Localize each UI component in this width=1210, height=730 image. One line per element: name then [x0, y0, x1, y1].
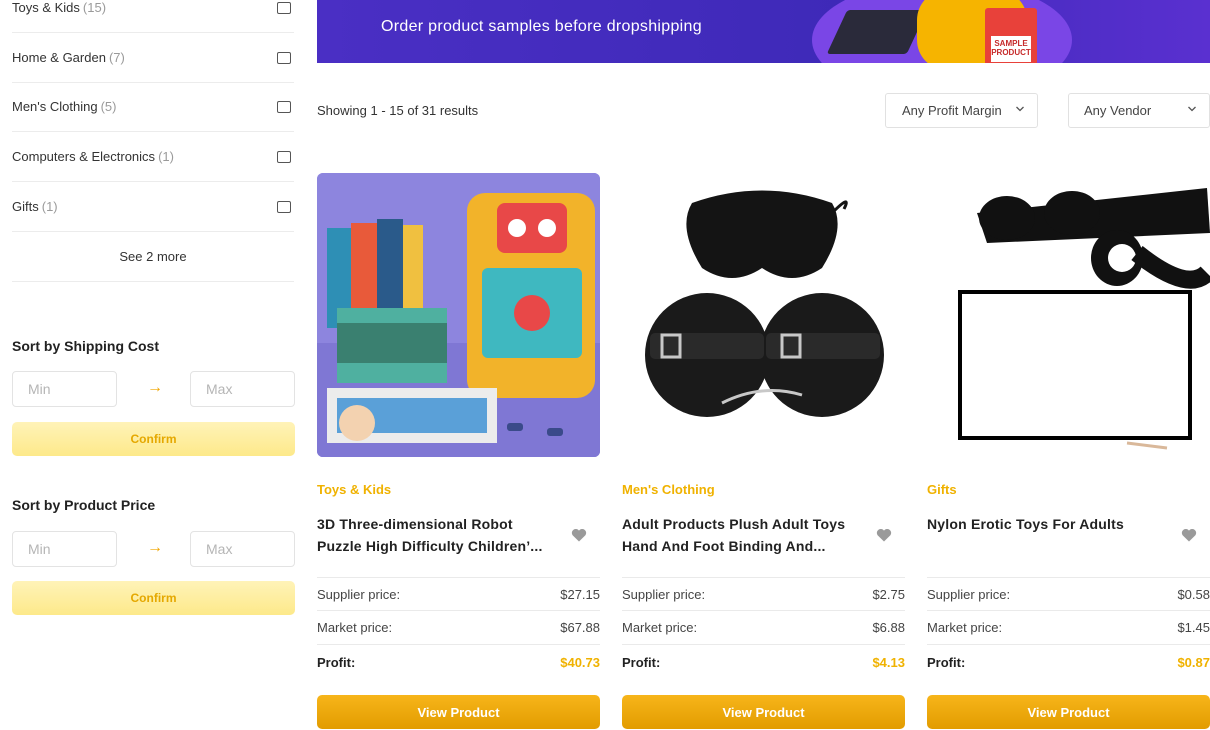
supplier-price-row: Supplier price: $2.75: [622, 577, 905, 611]
product-image[interactable]: [317, 173, 600, 457]
category-label: Home & Garden (7): [12, 50, 125, 65]
supplier-price-value: $0.58: [1177, 586, 1210, 602]
market-price-value: $67.88: [560, 620, 600, 635]
heart-icon[interactable]: [876, 528, 892, 542]
sample-product-label: SAMPLE PRODUCT: [991, 36, 1031, 62]
heart-icon[interactable]: [571, 528, 587, 542]
robot-puzzle-image: [317, 173, 600, 457]
product-category-link[interactable]: Gifts: [927, 482, 957, 497]
category-checkbox[interactable]: [277, 1, 291, 14]
product-card: Gifts Nylon Erotic Toys For Adults Suppl…: [927, 173, 1210, 730]
results-count: Showing 1 - 15 of 31 results: [317, 103, 479, 118]
product-card: Men's Clothing Adult Products Plush Adul…: [622, 173, 905, 730]
vendor-dropdown[interactable]: Any Vendor: [1068, 93, 1210, 128]
price-range: →: [12, 531, 295, 567]
chevron-down-icon: [1016, 106, 1024, 112]
category-filter-home-garden[interactable]: Home & Garden (7): [12, 33, 294, 83]
vendor-value: Any Vendor: [1084, 103, 1152, 118]
category-label: Toys & Kids (15): [12, 0, 107, 15]
profit-row: Profit: $0.87: [927, 645, 1210, 679]
category-checkbox[interactable]: [277, 100, 291, 113]
profit-margin-value: Any Profit Margin: [902, 103, 1002, 118]
supplier-price-label: Supplier price:: [317, 586, 401, 602]
supplier-price-value: $27.15: [560, 586, 600, 602]
shipping-cost-title: Sort by Shipping Cost: [12, 338, 159, 354]
category-filter-mens-clothing[interactable]: Men's Clothing (5): [12, 82, 294, 132]
category-checkbox[interactable]: [277, 150, 291, 163]
profit-label: Profit:: [927, 654, 966, 670]
category-checkbox[interactable]: [277, 200, 291, 213]
redaction-box: [958, 290, 1192, 440]
profit-value: $40.73: [560, 654, 600, 670]
shipping-range: →: [12, 371, 295, 407]
supplier-price-row: Supplier price: $0.58: [927, 577, 1210, 611]
profit-label: Profit:: [622, 654, 661, 670]
product-category-link[interactable]: Toys & Kids: [317, 482, 391, 497]
profit-row: Profit: $40.73: [317, 645, 600, 679]
market-price-value: $1.45: [1177, 620, 1210, 635]
product-name[interactable]: Adult Products Plush Adult Toys Hand And…: [622, 513, 862, 557]
product-image[interactable]: [622, 173, 905, 457]
market-price-row: Market price: $67.88: [317, 611, 600, 645]
price-confirm-button[interactable]: Confirm: [12, 581, 295, 615]
category-label: Gifts (1): [12, 199, 58, 214]
category-filter-gifts[interactable]: Gifts (1): [12, 182, 294, 232]
shipping-max-input[interactable]: [190, 371, 295, 407]
profit-label: Profit:: [317, 654, 356, 670]
product-price-title: Sort by Product Price: [12, 497, 156, 513]
chevron-down-icon: [1188, 106, 1196, 112]
heart-icon[interactable]: [1181, 528, 1197, 542]
profit-row: Profit: $4.13: [622, 645, 905, 679]
market-price-value: $6.88: [872, 620, 905, 635]
supplier-price-row: Supplier price: $27.15: [317, 577, 600, 611]
arrow-right-icon: →: [147, 539, 163, 556]
supplier-price-label: Supplier price:: [927, 586, 1011, 602]
arrow-right-icon: →: [147, 379, 163, 396]
view-product-button[interactable]: View Product: [927, 695, 1210, 729]
samples-promo-banner[interactable]: Order product samples before dropshippin…: [317, 0, 1210, 63]
view-product-button[interactable]: View Product: [622, 695, 905, 729]
category-filter-toys-kids[interactable]: Toys & Kids (15): [12, 0, 294, 33]
filter-sidebar: Toys & Kids (15) Home & Garden (7) Men's C…: [0, 0, 300, 730]
product-category-link[interactable]: Men's Clothing: [622, 482, 715, 497]
category-checkbox[interactable]: [277, 51, 291, 64]
category-label: Men's Clothing (5): [12, 99, 117, 114]
profit-value: $0.87: [1177, 654, 1210, 670]
market-price-row: Market price: $1.45: [927, 611, 1210, 645]
market-price-label: Market price:: [927, 620, 1003, 635]
see-more-categories-link[interactable]: See 2 more: [12, 232, 294, 282]
category-label: Computers & Electronics (1): [12, 149, 174, 164]
plush-cuffs-image: [622, 173, 905, 457]
market-price-label: Market price:: [622, 620, 698, 635]
price-min-input[interactable]: [12, 531, 117, 567]
shipping-confirm-button[interactable]: Confirm: [12, 422, 295, 456]
product-card: Toys & Kids 3D Three-dimensional Robot P…: [317, 173, 600, 730]
price-max-input[interactable]: [190, 531, 295, 567]
profit-margin-dropdown[interactable]: Any Profit Margin: [885, 93, 1038, 128]
sample-box-illustration: SAMPLE PRODUCT: [985, 8, 1037, 63]
profit-value: $4.13: [872, 654, 905, 670]
market-price-row: Market price: $6.88: [622, 611, 905, 645]
banner-subtitle: Order product samples before dropshippin…: [381, 18, 702, 35]
shipping-min-input[interactable]: [12, 371, 117, 407]
product-name[interactable]: Nylon Erotic Toys For Adults: [927, 513, 1167, 535]
product-name[interactable]: 3D Three-dimensional Robot Puzzle High D…: [317, 513, 557, 557]
supplier-price-label: Supplier price:: [622, 586, 706, 602]
supplier-price-value: $2.75: [872, 586, 905, 602]
category-filter-computers-electronics[interactable]: Computers & Electronics (1): [12, 132, 294, 182]
market-price-label: Market price:: [317, 620, 393, 635]
view-product-button[interactable]: View Product: [317, 695, 600, 729]
